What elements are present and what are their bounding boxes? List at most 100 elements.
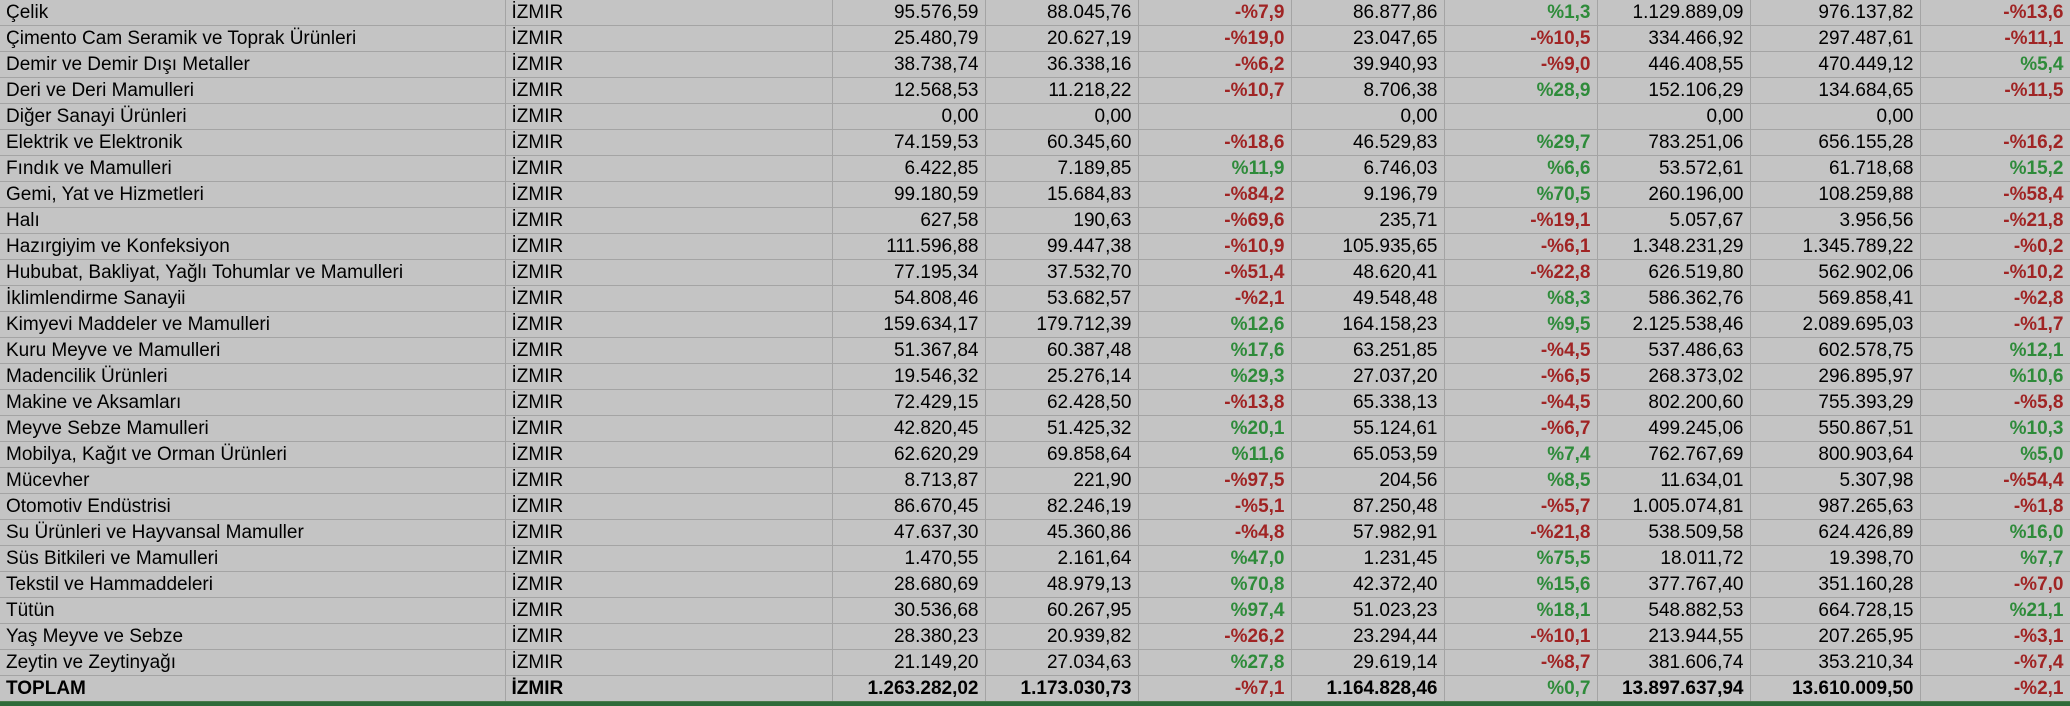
value-cell[interactable]: 55.124,61 <box>1291 415 1445 442</box>
change-cell[interactable]: -%69,6 <box>1138 207 1292 234</box>
value-cell[interactable]: 297.487,61 <box>1750 25 1921 52</box>
city-cell[interactable]: İZMIR <box>505 181 833 208</box>
city-cell[interactable]: İZMIR <box>505 129 833 156</box>
change-cell[interactable]: %47,0 <box>1138 545 1292 572</box>
value-cell[interactable]: 602.578,75 <box>1750 337 1921 364</box>
value-cell[interactable]: 57.982,91 <box>1291 519 1445 546</box>
value-cell[interactable]: 802.200,60 <box>1597 389 1751 416</box>
sector-cell[interactable]: Çelik <box>0 0 506 26</box>
value-cell[interactable]: 1.005.074,81 <box>1597 493 1751 520</box>
change-cell[interactable]: -%97,5 <box>1138 467 1292 494</box>
change-cell[interactable]: %15,2 <box>1920 155 2070 182</box>
value-cell[interactable]: 108.259,88 <box>1750 181 1921 208</box>
value-cell[interactable]: 53.682,57 <box>985 285 1139 312</box>
value-cell[interactable]: 6.422,85 <box>832 155 986 182</box>
change-cell[interactable]: -%9,0 <box>1444 51 1598 78</box>
change-cell[interactable]: -%13,6 <box>1920 0 2070 26</box>
value-cell[interactable]: 207.265,95 <box>1750 623 1921 650</box>
value-cell[interactable]: 762.767,69 <box>1597 441 1751 468</box>
value-cell[interactable]: 627,58 <box>832 207 986 234</box>
city-cell[interactable]: İZMIR <box>505 467 833 494</box>
value-cell[interactable]: 626.519,80 <box>1597 259 1751 286</box>
value-cell[interactable]: 0,00 <box>1750 103 1921 130</box>
value-cell[interactable]: 624.426,89 <box>1750 519 1921 546</box>
value-cell[interactable]: 72.429,15 <box>832 389 986 416</box>
sector-cell[interactable]: Diğer Sanayi Ürünleri <box>0 103 506 130</box>
change-cell[interactable]: %6,6 <box>1444 155 1598 182</box>
city-cell[interactable]: İZMIR <box>505 25 833 52</box>
value-cell[interactable]: 28.680,69 <box>832 571 986 598</box>
value-cell[interactable]: 27.034,63 <box>985 649 1139 676</box>
value-cell[interactable]: 976.137,82 <box>1750 0 1921 26</box>
change-cell[interactable]: %17,6 <box>1138 337 1292 364</box>
sector-cell[interactable]: Elektrik ve Elektronik <box>0 129 506 156</box>
value-cell[interactable]: 783.251,06 <box>1597 129 1751 156</box>
change-cell[interactable]: %16,0 <box>1920 519 2070 546</box>
value-cell[interactable]: 42.820,45 <box>832 415 986 442</box>
value-cell[interactable]: 159.634,17 <box>832 311 986 338</box>
value-cell[interactable]: 18.011,72 <box>1597 545 1751 572</box>
value-cell[interactable]: 28.380,23 <box>832 623 986 650</box>
value-cell[interactable]: 8.713,87 <box>832 467 986 494</box>
change-cell[interactable]: -%4,5 <box>1444 389 1598 416</box>
sector-cell[interactable]: Otomotiv Endüstrisi <box>0 493 506 520</box>
value-cell[interactable]: 53.572,61 <box>1597 155 1751 182</box>
value-cell[interactable]: 8.706,38 <box>1291 77 1445 104</box>
city-cell[interactable]: İZMIR <box>505 103 833 130</box>
value-cell[interactable]: 77.195,34 <box>832 259 986 286</box>
value-cell[interactable]: 190,63 <box>985 207 1139 234</box>
value-cell[interactable]: 1.348.231,29 <box>1597 233 1751 260</box>
value-cell[interactable]: 179.712,39 <box>985 311 1139 338</box>
sector-cell[interactable]: Makine ve Aksamları <box>0 389 506 416</box>
change-cell[interactable]: %28,9 <box>1444 77 1598 104</box>
value-cell[interactable]: 19.546,32 <box>832 363 986 390</box>
value-cell[interactable]: 562.902,06 <box>1750 259 1921 286</box>
sector-cell[interactable]: İklimlendirme Sanayii <box>0 285 506 312</box>
value-cell[interactable]: 60.345,60 <box>985 129 1139 156</box>
change-cell[interactable]: %75,5 <box>1444 545 1598 572</box>
value-cell[interactable]: 39.940,93 <box>1291 51 1445 78</box>
value-cell[interactable]: 0,00 <box>985 103 1139 130</box>
sector-cell[interactable]: Meyve Sebze Mamulleri <box>0 415 506 442</box>
change-cell[interactable]: %8,3 <box>1444 285 1598 312</box>
value-cell[interactable]: 204,56 <box>1291 467 1445 494</box>
change-cell[interactable]: %70,5 <box>1444 181 1598 208</box>
value-cell[interactable]: 46.529,83 <box>1291 129 1445 156</box>
value-cell[interactable]: 377.767,40 <box>1597 571 1751 598</box>
change-cell[interactable]: -%7,9 <box>1138 0 1292 26</box>
change-cell[interactable]: -%6,5 <box>1444 363 1598 390</box>
value-cell[interactable]: 60.267,95 <box>985 597 1139 624</box>
value-cell[interactable]: 105.935,65 <box>1291 233 1445 260</box>
value-cell[interactable]: 48.979,13 <box>985 571 1139 598</box>
change-cell[interactable]: %11,9 <box>1138 155 1292 182</box>
value-cell[interactable]: 381.606,74 <box>1597 649 1751 676</box>
value-cell[interactable]: 9.196,79 <box>1291 181 1445 208</box>
change-cell[interactable]: -%7,4 <box>1920 649 2070 676</box>
value-cell[interactable]: 987.265,63 <box>1750 493 1921 520</box>
change-cell[interactable]: -%7,1 <box>1138 675 1292 702</box>
change-cell[interactable]: -%10,2 <box>1920 259 2070 286</box>
value-cell[interactable]: 664.728,15 <box>1750 597 1921 624</box>
change-cell[interactable]: %20,1 <box>1138 415 1292 442</box>
change-cell[interactable]: -%10,7 <box>1138 77 1292 104</box>
value-cell[interactable]: 296.895,97 <box>1750 363 1921 390</box>
value-cell[interactable]: 260.196,00 <box>1597 181 1751 208</box>
value-cell[interactable]: 548.882,53 <box>1597 597 1751 624</box>
value-cell[interactable]: 1.263.282,02 <box>832 675 986 702</box>
change-cell[interactable]: %11,6 <box>1138 441 1292 468</box>
value-cell[interactable]: 334.466,92 <box>1597 25 1751 52</box>
change-cell[interactable]: -%10,5 <box>1444 25 1598 52</box>
change-cell[interactable]: -%2,1 <box>1138 285 1292 312</box>
city-cell[interactable]: İZMIR <box>505 597 833 624</box>
value-cell[interactable]: 5.057,67 <box>1597 207 1751 234</box>
value-cell[interactable]: 2.125.538,46 <box>1597 311 1751 338</box>
value-cell[interactable]: 3.956,56 <box>1750 207 1921 234</box>
change-cell[interactable]: -%5,8 <box>1920 389 2070 416</box>
value-cell[interactable]: 25.480,79 <box>832 25 986 52</box>
sector-cell[interactable]: Tekstil ve Hammaddeleri <box>0 571 506 598</box>
value-cell[interactable]: 550.867,51 <box>1750 415 1921 442</box>
value-cell[interactable]: 63.251,85 <box>1291 337 1445 364</box>
sector-cell[interactable]: Su Ürünleri ve Hayvansal Mamuller <box>0 519 506 546</box>
value-cell[interactable]: 47.637,30 <box>832 519 986 546</box>
change-cell[interactable]: %5,0 <box>1920 441 2070 468</box>
